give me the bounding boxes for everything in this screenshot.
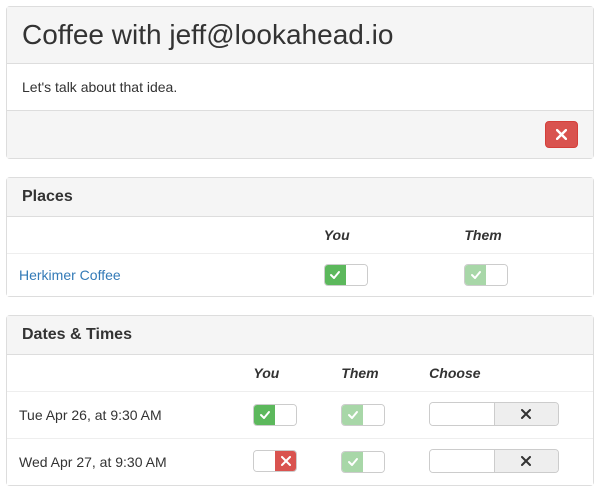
- dates-col-name: [7, 355, 241, 392]
- choose-yes[interactable]: [430, 403, 495, 425]
- choose-no[interactable]: [495, 450, 559, 472]
- places-table: You Them Herkimer Coffee: [7, 217, 593, 296]
- choose-control[interactable]: [429, 449, 559, 473]
- check-icon: [254, 405, 275, 425]
- dates-panel: Dates & Times You Them Choose Tue Apr 26…: [6, 315, 594, 486]
- dates-col-them: Them: [329, 355, 417, 392]
- date-them-toggle[interactable]: [341, 451, 385, 473]
- meeting-description: Let's talk about that idea.: [7, 64, 593, 110]
- choose-no[interactable]: [495, 403, 559, 425]
- dates-table: You Them Choose Tue Apr 26, at 9:30 AM: [7, 355, 593, 485]
- date-them-toggle[interactable]: [341, 404, 385, 426]
- meeting-header-footer: [7, 110, 593, 158]
- dates-title: Dates & Times: [22, 326, 578, 344]
- x-icon: [521, 456, 531, 466]
- choose-control[interactable]: [429, 402, 559, 426]
- dates-col-choose: Choose: [417, 355, 593, 392]
- check-icon: [342, 452, 363, 472]
- check-icon: [342, 405, 363, 425]
- dates-col-you: You: [241, 355, 329, 392]
- place-you-toggle[interactable]: [324, 264, 368, 286]
- date-label: Tue Apr 26, at 9:30 AM: [7, 392, 241, 439]
- meeting-header-panel: Coffee with jeff@lookahead.io Let's talk…: [6, 6, 594, 159]
- check-icon: [325, 265, 346, 285]
- x-icon: [556, 129, 567, 140]
- table-row: Wed Apr 27, at 9:30 AM: [7, 439, 593, 486]
- meeting-title: Coffee with jeff@lookahead.io: [7, 7, 593, 64]
- table-row: Tue Apr 26, at 9:30 AM: [7, 392, 593, 439]
- date-you-toggle[interactable]: [253, 450, 297, 472]
- date-you-toggle[interactable]: [253, 404, 297, 426]
- check-icon: [465, 265, 486, 285]
- places-col-them: Them: [452, 217, 593, 254]
- x-icon: [521, 409, 531, 419]
- date-label: Wed Apr 27, at 9:30 AM: [7, 439, 241, 486]
- choose-yes[interactable]: [430, 450, 495, 472]
- place-them-toggle[interactable]: [464, 264, 508, 286]
- x-icon: [275, 451, 296, 471]
- places-panel: Places You Them Herkimer Coffee: [6, 177, 594, 297]
- places-col-name: [7, 217, 312, 254]
- places-title: Places: [22, 188, 578, 206]
- delete-button[interactable]: [545, 121, 578, 148]
- places-col-you: You: [312, 217, 453, 254]
- table-row: Herkimer Coffee: [7, 254, 593, 297]
- place-link[interactable]: Herkimer Coffee: [19, 267, 121, 283]
